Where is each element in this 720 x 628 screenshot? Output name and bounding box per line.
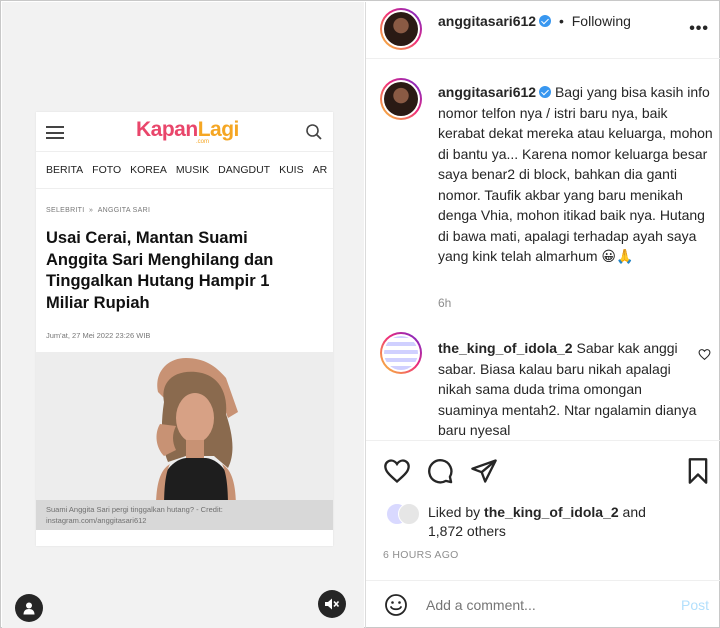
site-logo: KapanLagi [136,118,239,141]
save-bookmark-icon[interactable] [684,457,712,485]
comment-like-heart-icon[interactable] [698,348,711,361]
article-date: Jum'at, 27 Mei 2022 23:26 WIB [46,331,151,340]
post-media[interactable]: KapanLagi .com BERITA FOTO KOREA MUSIK D… [2,2,364,628]
caption-timestamp[interactable]: 6h [438,296,451,310]
instagram-post-window: KapanLagi .com BERITA FOTO KOREA MUSIK D… [0,0,720,628]
nav-item: AR [312,164,328,176]
post-header: anggitasari612 • Following ••• [366,2,720,59]
nav-item: KOREA [130,164,167,176]
post-time[interactable]: 6 HOURS AGO [383,549,459,561]
author-username[interactable]: anggitasari612 [438,13,536,29]
site-logo-sub: .com [196,139,210,145]
article-header: KapanLagi .com [36,112,333,152]
add-comment-input[interactable] [426,597,646,613]
photo-caption: Suami Anggita Sari pergi tinggalkan huta… [36,500,333,530]
woman-photo-illustration [36,352,333,508]
commenter-avatar[interactable] [380,332,422,374]
verified-badge-icon [539,15,552,27]
likes-count[interactable]: 1,872 others [428,523,506,539]
following-button[interactable]: Following [572,13,631,29]
header-user-row: anggitasari612 • Following [438,13,631,29]
emoji-smile-icon[interactable] [384,593,408,617]
verified-badge-icon [539,86,552,98]
share-paper-plane-icon[interactable] [470,457,498,485]
divider [36,188,333,189]
tagged-user-button[interactable] [15,594,43,622]
speaker-muted-icon [325,598,340,610]
article-photo [36,352,333,508]
article-nav: BERITA FOTO KOREA MUSIK DANGDUT KUIS AR [46,164,333,176]
caption-username[interactable]: anggitasari612 [438,84,536,100]
liker-avatar[interactable] [398,503,420,525]
caption-body: Bagi yang bisa kasih info nomor telfon n… [438,84,713,264]
comment: the_king_of_idola_2 Sabar kak anggi saba… [438,338,698,440]
nav-item: BERITA [46,164,84,176]
article-breadcrumb: SELEBRITI » ANGGITA SARI [46,207,151,214]
nav-item: KUIS [279,164,304,176]
post-actions: Liked by the_king_of_idola_2 and 1,872 o… [366,440,720,580]
post-caption: anggitasari612 Bagi yang bisa kasih info… [438,82,713,267]
author-avatar[interactable] [380,8,422,50]
article-screenshot: KapanLagi .com BERITA FOTO KOREA MUSIK D… [36,112,333,546]
post-comment-button[interactable]: Post [681,597,709,613]
nav-item: DANGDUT [218,164,271,176]
like-heart-icon[interactable] [383,457,411,485]
comment-bubble-icon[interactable] [426,457,454,485]
post-sidebar: anggitasari612 • Following ••• anggitasa… [365,2,720,628]
add-comment-bar: Post [366,580,720,628]
caption-author-avatar[interactable] [380,78,422,120]
hamburger-menu-icon [46,126,64,139]
comments-list[interactable]: anggitasari612 Bagi yang bisa kasih info… [366,60,720,440]
nav-item: MUSIK [175,164,210,176]
article-title: Usai Cerai, Mantan Suami Anggita Sari Me… [46,229,274,312]
more-options-icon[interactable]: ••• [689,20,709,38]
separator-dot: • [558,13,564,29]
likes-summary: Liked by the_king_of_idola_2 and 1,872 o… [428,504,646,539]
user-icon [23,602,35,615]
comment-username[interactable]: the_king_of_idola_2 [438,340,573,356]
nav-item: FOTO [92,164,122,176]
mute-button[interactable] [318,590,346,618]
search-icon [306,124,322,140]
liker-username[interactable]: the_king_of_idola_2 [484,504,619,520]
